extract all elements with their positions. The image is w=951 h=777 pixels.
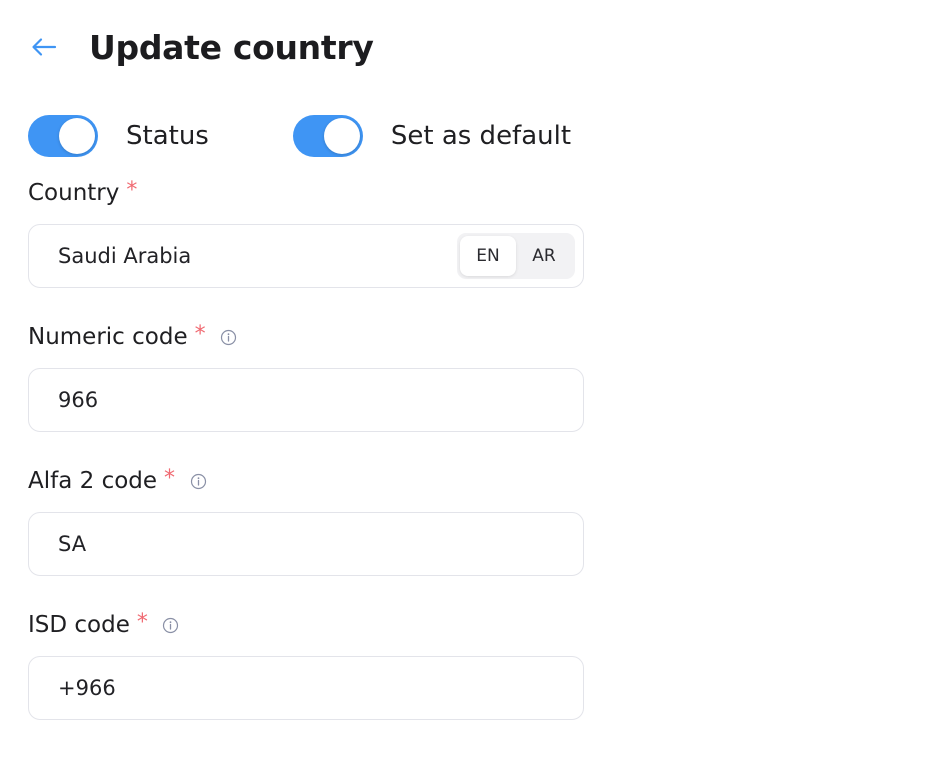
alfa2-code-input[interactable]: SA <box>28 512 584 576</box>
isd-code-label-text: ISD code <box>28 612 130 638</box>
language-en-button[interactable]: EN <box>460 236 516 276</box>
country-label-text: Country <box>28 180 120 206</box>
status-toggle-knob <box>59 118 95 154</box>
default-toggle[interactable] <box>292 115 363 157</box>
status-toggle-group[interactable]: Status <box>28 115 209 157</box>
isd-code-input-value[interactable]: +966 <box>58 676 116 700</box>
required-marker: * <box>164 465 176 491</box>
status-toggle[interactable] <box>28 115 98 157</box>
status-toggle-label: Status <box>126 121 209 151</box>
info-icon[interactable] <box>220 328 238 346</box>
country-input[interactable]: Saudi Arabia EN AR <box>28 224 584 288</box>
language-switch: EN AR <box>457 233 575 279</box>
required-marker: * <box>126 177 138 203</box>
country-field: Country * Saudi Arabia EN AR <box>28 178 584 288</box>
default-toggle-label: Set as default <box>390 121 572 151</box>
country-label: Country * <box>28 178 584 208</box>
required-marker: * <box>136 609 148 635</box>
info-icon[interactable] <box>189 472 207 490</box>
required-marker: * <box>194 321 206 347</box>
isd-code-input[interactable]: +966 <box>28 656 584 720</box>
country-input-value[interactable]: Saudi Arabia <box>58 244 191 268</box>
alfa2-code-field: Alfa 2 code * SA <box>28 466 584 576</box>
update-country-page: Update country Status Set as default Cou… <box>0 0 951 777</box>
default-toggle-knob <box>323 118 360 154</box>
isd-code-label: ISD code * <box>28 610 584 640</box>
numeric-code-label-text: Numeric code <box>28 324 188 350</box>
back-button[interactable] <box>24 27 64 67</box>
numeric-code-field: Numeric code * 966 <box>28 322 584 432</box>
alfa2-code-label-text: Alfa 2 code <box>28 468 158 494</box>
alfa2-code-label: Alfa 2 code * <box>28 466 584 496</box>
language-ar-button[interactable]: AR <box>516 236 572 276</box>
page-title: Update country <box>89 27 374 67</box>
info-icon[interactable] <box>162 616 180 634</box>
numeric-code-input[interactable]: 966 <box>28 368 584 432</box>
numeric-code-input-value[interactable]: 966 <box>58 388 98 412</box>
numeric-code-label: Numeric code * <box>28 322 584 352</box>
arrow-left-icon <box>32 38 57 56</box>
default-toggle-group[interactable]: Set as default <box>292 115 572 157</box>
page-header: Update country <box>28 22 374 72</box>
isd-code-field: ISD code * +966 <box>28 610 584 720</box>
toggles-row: Status Set as default <box>28 115 571 157</box>
alfa2-code-input-value[interactable]: SA <box>58 532 86 556</box>
